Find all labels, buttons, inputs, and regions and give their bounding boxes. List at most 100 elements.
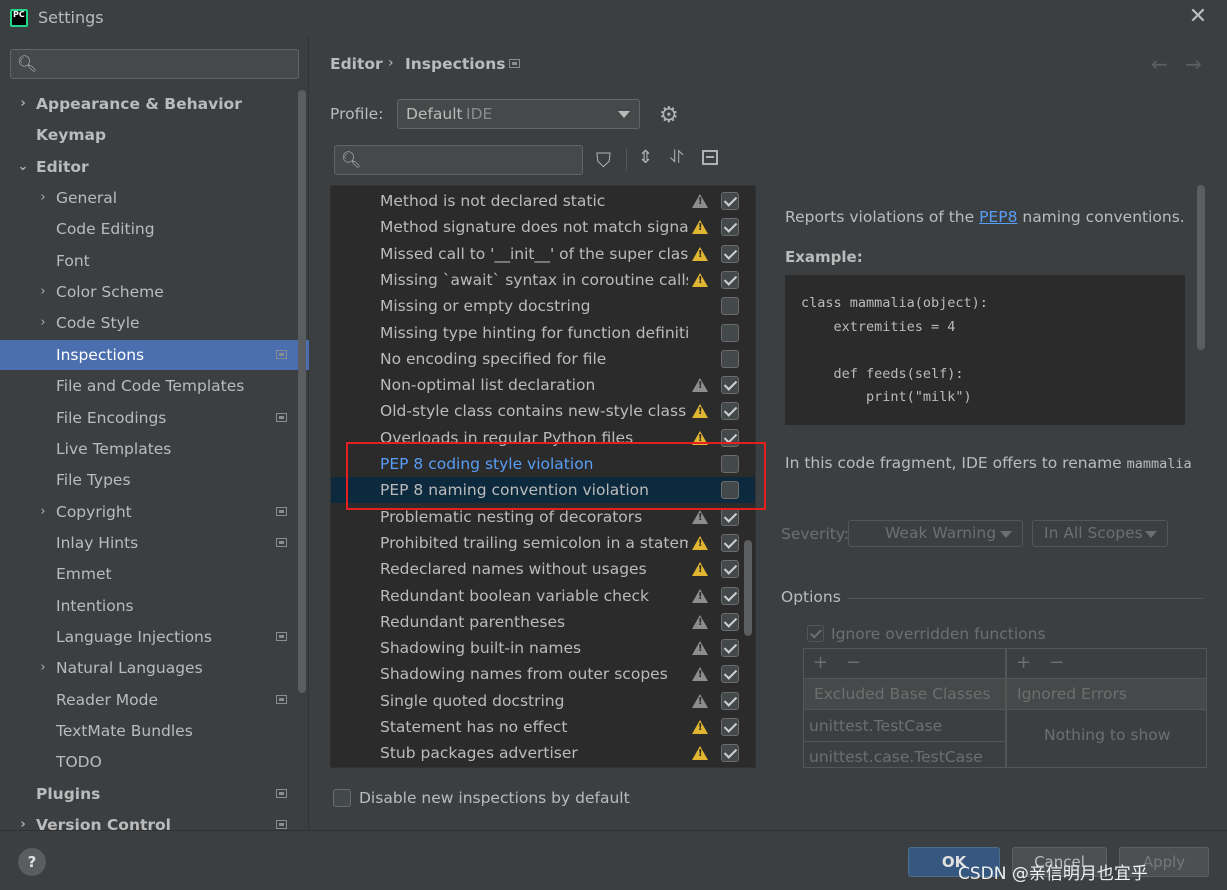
inspection-enabled-checkbox[interactable] [721,270,739,289]
sidebar-item[interactable]: Font [0,246,309,276]
profile-dropdown[interactable]: Default IDE [397,99,640,129]
add-icon[interactable]: + [813,652,828,673]
sidebar-item[interactable]: File and Code Templates [0,371,309,401]
table-row[interactable]: unittest.TestCase [809,717,942,735]
inspection-enabled-checkbox[interactable] [721,402,739,421]
inspection-enabled-checkbox[interactable] [721,691,739,710]
table-row[interactable]: unittest.case.TestCase [809,748,983,766]
inspection-row[interactable]: Old-style class contains new-style class… [331,398,755,424]
inspection-enabled-checkbox[interactable] [721,560,739,579]
inspection-row[interactable]: Non-optimal list declaration [331,372,755,398]
sidebar-item[interactable]: › Appearance & Behavior [0,89,309,119]
project-level-icon [276,694,287,704]
inspection-enabled-checkbox[interactable] [721,297,739,316]
inspection-row[interactable]: Shadowing names from outer scopes [331,661,755,687]
sidebar-item[interactable]: Emmet [0,559,309,589]
inspection-row[interactable]: Prohibited trailing semicolon in a state… [331,530,755,556]
sidebar-item[interactable]: Intentions [0,591,309,621]
sidebar-item-label: Code Style [56,314,140,333]
sidebar-item[interactable]: TextMate Bundles [0,716,309,746]
inspection-row[interactable]: Method is not declared static [331,188,755,214]
sidebar-item[interactable]: Inspections [0,339,309,370]
inspection-row[interactable]: Redundant parentheses [331,609,755,635]
inspection-enabled-checkbox[interactable] [721,665,739,684]
sidebar-item[interactable]: › Natural Languages [0,653,309,683]
severity-dropdown[interactable]: Weak Warning [848,520,1023,547]
back-arrow-icon[interactable]: ← [1151,52,1168,76]
sidebar-item[interactable]: Live Templates [0,434,309,464]
inspection-row[interactable]: Shadowing built-in names [331,635,755,661]
sidebar-item[interactable]: Code Editing [0,214,309,244]
filter-icon[interactable]: ⛉ [596,148,611,172]
sidebar-item[interactable]: TODO [0,747,309,777]
warning-icon [692,667,708,682]
description-scrollbar[interactable] [1197,185,1205,350]
sidebar-scrollbar[interactable] [298,90,306,693]
sidebar-item[interactable]: Inlay Hints [0,528,309,558]
inspections-search-input[interactable]: 🔍︎ [334,145,583,175]
inspection-enabled-checkbox[interactable] [721,349,739,368]
sidebar-item[interactable]: › Color Scheme [0,277,309,307]
inspection-enabled-checkbox[interactable] [721,376,739,395]
inspection-row[interactable]: Statement has no effect [331,714,755,740]
inspection-name: Old-style class contains new-style class… [380,402,688,421]
collapse-all-icon[interactable]: ⥯ [670,147,683,168]
chevron-right-icon[interactable]: › [36,653,50,683]
help-button[interactable]: ? [18,848,46,876]
disable-new-inspections-checkbox[interactable] [333,789,351,807]
inspection-enabled-checkbox[interactable] [721,612,739,631]
add-icon[interactable]: + [1016,652,1031,673]
chevron-right-icon[interactable]: › [16,89,30,119]
inspection-row[interactable]: Method signature does not match signatur… [331,214,755,240]
chevron-right-icon[interactable]: › [36,308,50,338]
inspection-enabled-checkbox[interactable] [721,244,739,263]
sidebar-item[interactable]: Plugins [0,779,309,809]
inspection-row[interactable]: Redeclared names without usages [331,556,755,582]
inspection-enabled-checkbox[interactable] [721,533,739,552]
expand-all-icon[interactable]: ⇕ [638,147,653,168]
inspection-row[interactable]: Single quoted docstring [331,688,755,714]
inspection-enabled-checkbox[interactable] [721,192,739,210]
inspection-row[interactable]: Redundant boolean variable check [331,583,755,609]
chevron-right-icon[interactable]: › [36,277,50,307]
sidebar-item[interactable]: Reader Mode [0,685,309,715]
scope-dropdown[interactable]: In All Scopes [1032,520,1168,547]
remove-icon[interactable]: − [846,652,861,673]
inspection-enabled-checkbox[interactable] [721,639,739,658]
inspection-enabled-checkbox[interactable] [721,323,739,342]
inspection-enabled-checkbox[interactable] [721,218,739,237]
inspection-row[interactable]: Missing or empty docstring [331,293,755,319]
inspection-row[interactable]: Stub packages advertiser [331,740,755,766]
sidebar-item[interactable]: File Encodings [0,403,309,433]
gear-icon[interactable]: ⚙ [659,103,679,128]
close-window-icon[interactable]: ✕ [1188,6,1208,28]
inspection-enabled-checkbox[interactable] [721,744,739,763]
inspection-enabled-checkbox[interactable] [721,718,739,736]
sidebar-item[interactable]: Language Injections [0,622,309,652]
inspection-enabled-checkbox[interactable] [721,586,739,605]
inspection-row[interactable]: Missing type hinting for function defini… [331,320,755,346]
sidebar-item[interactable]: File Types [0,465,309,495]
sidebar-item[interactable]: ⌄ Editor [0,152,309,182]
chevron-right-icon[interactable]: › [36,497,50,527]
sidebar-item[interactable]: › General [0,183,309,213]
chevron-down-icon[interactable]: ⌄ [16,152,30,182]
settings-search-input[interactable]: 🔍︎ [10,49,299,79]
sidebar-item[interactable]: › Copyright [0,497,309,527]
reset-to-default-icon[interactable] [702,150,718,165]
inspection-row[interactable]: Missed call to '__init__' of the super c… [331,241,755,267]
forward-arrow-icon[interactable]: → [1185,52,1202,76]
inspection-enabled-checkbox[interactable] [721,507,739,526]
warning-icon [692,246,708,261]
breadcrumb-editor[interactable]: Editor [330,55,383,73]
chevron-right-icon[interactable]: › [36,183,50,213]
inspections-scrollbar[interactable] [744,540,752,636]
inspection-row[interactable]: No encoding specified for file [331,346,755,372]
sidebar-item[interactable]: › Code Style [0,308,309,338]
ignore-overridden-checkbox[interactable] [807,625,824,642]
project-level-icon [276,788,287,798]
pep8-link[interactable]: PEP8 [979,208,1017,226]
inspection-row[interactable]: Missing `await` syntax in coroutine call… [331,267,755,293]
remove-icon[interactable]: − [1049,652,1064,673]
sidebar-item[interactable]: Keymap [0,120,309,150]
